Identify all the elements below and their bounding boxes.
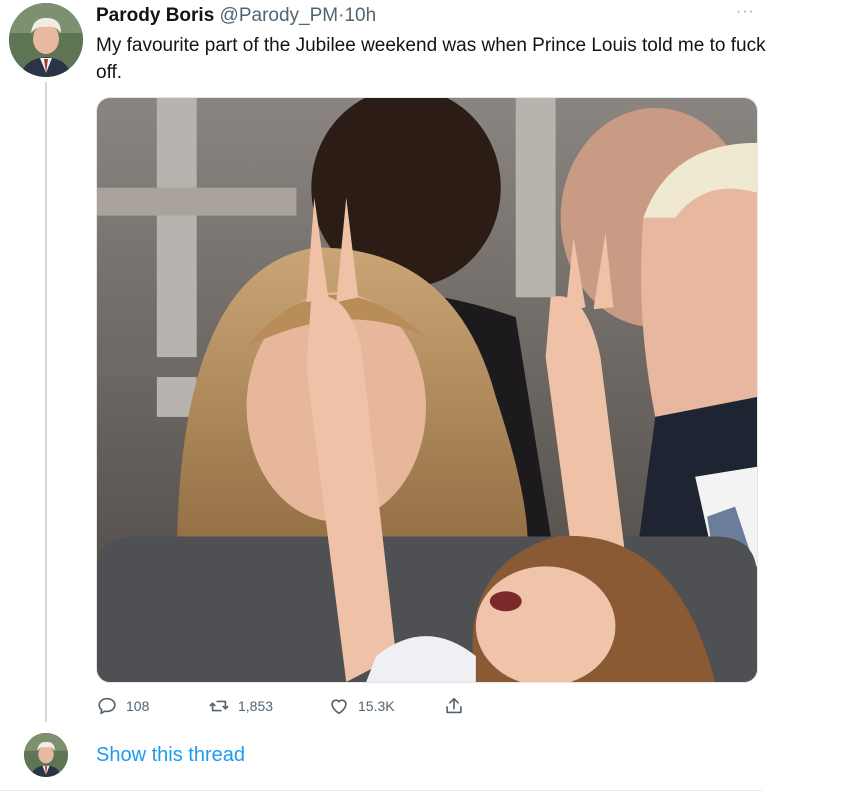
tweet-timestamp[interactable]: 10h [344, 5, 376, 26]
share-button[interactable] [443, 694, 473, 718]
heart-icon [331, 699, 347, 715]
retweet-count: 1,853 [238, 698, 274, 714]
retweet-icon [209, 700, 229, 712]
author-handle[interactable]: @Parody_PM [220, 5, 339, 26]
tweet-photo[interactable] [96, 97, 758, 683]
tweet-divider [0, 790, 762, 791]
author-avatar[interactable] [9, 3, 83, 77]
tweet-text: My favourite part of the Jubilee weekend… [96, 35, 766, 83]
reply-count: 108 [126, 698, 150, 714]
avatar-portrait-icon [24, 733, 68, 777]
tweet-header: Parody Boris @Parody_PM·10h [96, 4, 376, 28]
show-thread-link[interactable]: Show this thread [96, 744, 245, 767]
avatar-portrait-icon [9, 3, 83, 77]
reply-button[interactable]: 108 [96, 694, 149, 718]
thread-connector-line [45, 82, 47, 722]
more-options-icon[interactable]: ··· [736, 4, 755, 20]
retweet-button[interactable]: 1,853 [208, 694, 273, 718]
author-name[interactable]: Parody Boris [96, 5, 214, 26]
photo-illustration [97, 98, 757, 682]
tweet[interactable]: Parody Boris @Parody_PM·10h ··· My favou… [0, 0, 851, 800]
like-button[interactable]: 15.3K [328, 694, 395, 718]
thread-author-avatar[interactable] [24, 733, 68, 777]
like-count: 15.3K [358, 698, 395, 714]
share-icon [446, 697, 462, 714]
reply-icon [98, 697, 116, 715]
